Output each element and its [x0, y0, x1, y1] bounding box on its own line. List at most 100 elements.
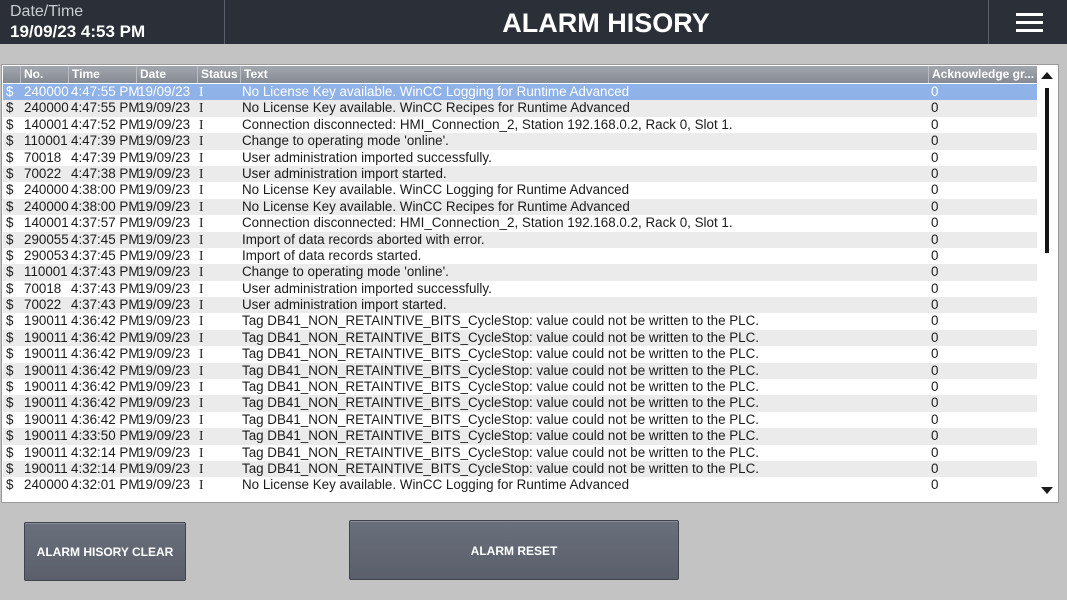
alarm-icon: $ [6, 297, 14, 313]
alarm-text: No License Key available. WinCC Recipes … [242, 100, 630, 116]
table-row[interactable]: $240000 4:38:00 PM 19/09/23 I No License Key… [3, 198, 1037, 216]
table-row[interactable]: $240000 4:47:55 PM 19/09/23 I No License Key… [3, 100, 1037, 117]
datetime-value: 19/09/23 4:53 PM [10, 22, 146, 41]
table-row[interactable]: $190011 4:33:50 PM 19/09/23 I Tag DB41_NON_R… [3, 428, 1037, 445]
vertical-scrollbar[interactable] [1038, 66, 1057, 499]
table-row[interactable]: $240000 4:47:55 PM 19/09/23 I No License Key… [3, 84, 1037, 101]
scroll-down-arrow-icon[interactable] [1041, 487, 1053, 494]
table-row[interactable]: $190011 4:32:14 PM 19/09/23 I Tag DB41_NON_R… [3, 460, 1037, 478]
alarm-number: 110001 [24, 264, 68, 280]
alarm-ack-group: 0 [931, 215, 939, 231]
alarm-time: 4:47:55 PM [71, 84, 140, 99]
column-header-ack[interactable]: Acknowledge gr... [929, 66, 1037, 83]
alarm-icon: $ [6, 133, 14, 149]
datetime-display: Date/Time 19/09/23 4:53 PM [0, 0, 225, 44]
alarm-icon: $ [6, 428, 14, 444]
alarm-text: Tag DB41_NON_RETAINTIVE_BITS_CycleStop: … [242, 379, 760, 395]
alarm-time: 4:47:52 PM [71, 116, 140, 132]
alarm-ack-group: 0 [931, 100, 939, 116]
alarm-date: 19/09/23 [138, 379, 191, 395]
alarm-time: 4:47:55 PM [71, 100, 140, 116]
alarm-ack-group: 0 [931, 428, 939, 444]
table-row[interactable]: $240000 4:38:00 PM 19/09/23 I No License Key… [3, 182, 1037, 198]
alarm-time: 4:38:00 PM [71, 198, 140, 214]
alarm-ack-group: 0 [931, 198, 939, 214]
alarm-icon: $ [6, 149, 14, 165]
alarm-status: I [199, 297, 204, 313]
alarm-text: Import of data records started. [242, 247, 422, 263]
alarm-time: 4:36:42 PM [71, 411, 140, 427]
alarm-icon: $ [6, 379, 14, 395]
alarm-status: I [199, 149, 204, 165]
alarm-ack-group: 0 [931, 379, 939, 395]
alarm-status: I [199, 182, 204, 198]
table-row[interactable]: $110001 4:37:43 PM 19/09/23 I Change to oper… [3, 264, 1037, 281]
table-row[interactable]: $140001 4:47:52 PM 19/09/23 I Connection dis… [3, 117, 1037, 133]
alarm-ack-group: 0 [931, 231, 939, 247]
alarm-number: 240000 [24, 84, 69, 99]
table-row[interactable]: $190011 4:36:42 PM 19/09/23 I Tag DB41_NON_R… [3, 379, 1037, 395]
alarm-status: I [199, 280, 204, 296]
table-row[interactable]: $110001 4:47:39 PM 19/09/23 I Change to oper… [3, 133, 1037, 150]
alarm-ack-group: 0 [931, 133, 939, 149]
datetime-label: Date/Time [10, 3, 84, 20]
table-row[interactable]: $290055 4:37:45 PM 19/09/23 I Import of data… [3, 231, 1037, 248]
alarm-text: No License Key available. WinCC Logging … [242, 477, 630, 493]
alarm-time: 4:33:50 PM [71, 428, 140, 444]
alarm-number: 240000 [24, 198, 69, 214]
alarm-text: Tag DB41_NON_RETAINTIVE_BITS_CycleStop: … [242, 346, 760, 362]
menu-button[interactable] [988, 0, 1067, 44]
alarm-ack-group: 0 [931, 280, 939, 296]
alarm-reset-button[interactable]: ALARM RESET [349, 520, 679, 580]
alarm-text: Tag DB41_NON_RETAINTIVE_BITS_CycleStop: … [242, 411, 760, 427]
table-row[interactable]: $190011 4:36:42 PM 19/09/23 I Tag DB41_NON_R… [3, 329, 1037, 347]
alarm-ack-group: 0 [931, 247, 939, 263]
alarm-text: User administration import started. [242, 297, 447, 313]
alarm-icon: $ [6, 346, 14, 362]
alarm-date: 19/09/23 [138, 264, 191, 280]
column-header-status[interactable]: Status [198, 66, 241, 83]
alarm-time: 4:37:45 PM [71, 231, 140, 247]
alarm-number: 140001 [24, 215, 69, 231]
column-header-date[interactable]: Date [137, 66, 198, 83]
table-row[interactable]: $190011 4:36:42 PM 19/09/23 I Tag DB41_NON_R… [3, 362, 1037, 380]
alarm-icon: $ [6, 231, 14, 247]
table-row[interactable]: $190011 4:36:42 PM 19/09/23 I Tag DB41_NON_R… [3, 412, 1037, 428]
alarm-number: 190011 [24, 428, 68, 444]
scroll-up-arrow-icon[interactable] [1041, 72, 1053, 79]
alarm-ack-group: 0 [931, 313, 939, 329]
page-title: ALARM HISORY [502, 8, 710, 38]
column-header-icon[interactable] [3, 66, 21, 83]
alarm-date: 19/09/23 [138, 329, 191, 345]
table-row[interactable]: $190011 4:36:42 PM 19/09/23 I Tag DB41_NON_R… [3, 395, 1037, 412]
alarm-ack-group: 0 [931, 264, 939, 280]
scrollbar-thumb[interactable] [1045, 88, 1049, 253]
alarm-text: No License Key available. WinCC Recipes … [242, 198, 630, 214]
column-header-text[interactable]: Text [241, 66, 929, 83]
alarm-number: 190011 [24, 460, 68, 476]
alarm-number: 240000 [24, 100, 69, 116]
column-header-no[interactable]: No. [21, 66, 69, 83]
alarm-number: 240000 [24, 182, 69, 198]
table-row[interactable]: $140001 4:37:57 PM 19/09/23 I Connection dis… [3, 215, 1037, 231]
alarm-ack-group: 0 [931, 477, 939, 493]
alarm-text: User administration imported successfull… [242, 280, 492, 296]
alarm-time: 4:47:39 PM [71, 133, 140, 149]
table-row[interactable]: $240000 4:32:01 PM 19/09/23 I No License Key… [3, 477, 1037, 493]
table-row[interactable]: $70022 4:47:38 PM 19/09/23 I User administra… [3, 165, 1037, 183]
alarm-time: 4:36:42 PM [71, 313, 140, 329]
alarm-number: 190011 [24, 444, 68, 460]
column-header-time[interactable]: Time [69, 66, 137, 83]
table-row[interactable]: $70022 4:37:43 PM 19/09/23 I User administra… [3, 297, 1037, 314]
table-row[interactable]: $190011 4:36:42 PM 19/09/23 I Tag DB41_NON_R… [3, 313, 1037, 329]
table-row[interactable]: $190011 4:32:14 PM 19/09/23 I Tag DB41_NON_R… [3, 445, 1037, 461]
table-row[interactable]: $70018 4:47:39 PM 19/09/23 I User administra… [3, 150, 1037, 166]
alarm-history-clear-button[interactable]: ALARM HISORY CLEAR [24, 522, 186, 581]
alarm-status: I [199, 165, 204, 181]
table-row[interactable]: $70018 4:37:43 PM 19/09/23 I User administra… [3, 281, 1037, 297]
table-row[interactable]: $290053 4:37:45 PM 19/09/23 I Import of data… [3, 248, 1037, 264]
alarm-number: 190011 [24, 362, 68, 378]
alarm-number: 70022 [24, 165, 62, 181]
table-row[interactable]: $190011 4:36:42 PM 19/09/23 I Tag DB41_NON_R… [3, 346, 1037, 362]
alarm-ack-group: 0 [931, 165, 939, 181]
